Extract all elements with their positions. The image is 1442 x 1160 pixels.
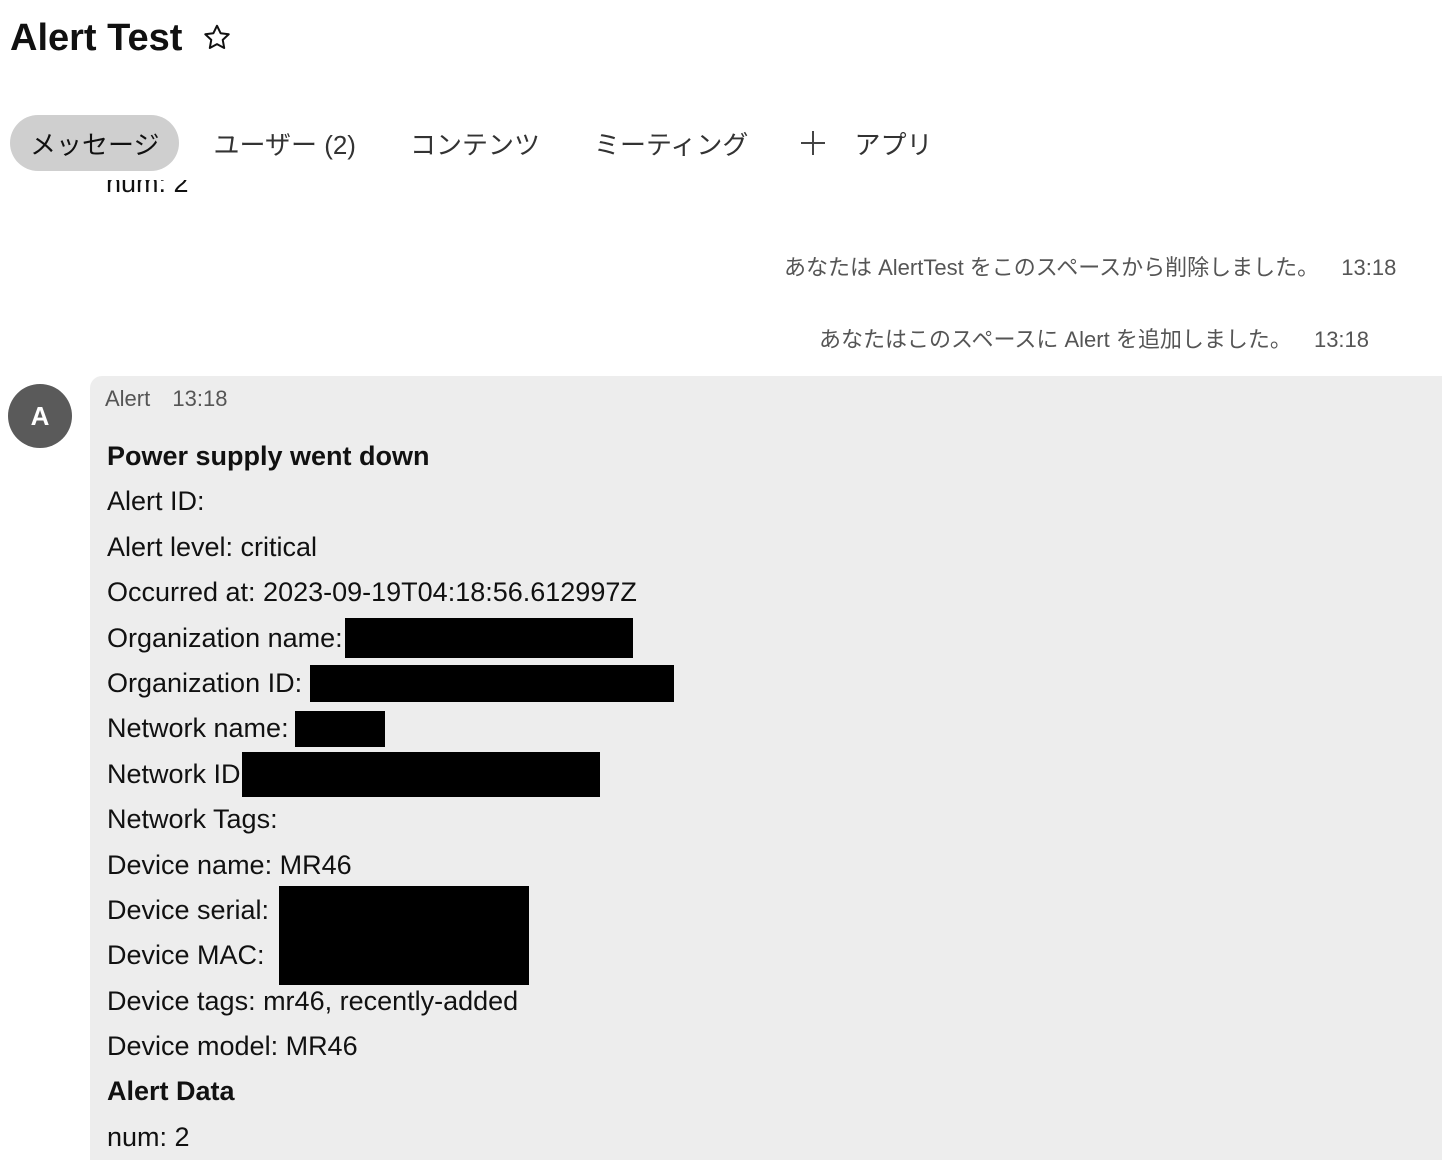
org-name-label: Organization name:	[107, 622, 343, 653]
sender-name: Alert	[105, 386, 151, 411]
space-header: Alert Test	[10, 8, 234, 68]
message-body: Power supply went down Alert ID: Alert l…	[107, 434, 675, 1160]
system-message: あなたは AlertTest をこのスペースから削除しました。 13:18	[784, 250, 1396, 282]
tab-apps[interactable]: アプリ	[782, 115, 932, 171]
redaction-block	[310, 665, 675, 703]
tab-users[interactable]: ユーザー (2)	[193, 115, 375, 171]
org-name-line: Organization name:	[107, 616, 674, 661]
space-view: Alert Test メッセージ ユーザー (2) コンテンツ ミーティング ア…	[0, 0, 1442, 1160]
alert-data-line: num: 2	[107, 1121, 190, 1152]
network-tags-line: Network Tags:	[107, 804, 278, 835]
tab-meetings[interactable]: ミーティング	[574, 115, 768, 171]
star-icon[interactable]	[200, 21, 234, 55]
previous-message-tail: num: 2	[106, 180, 189, 198]
space-tabs: メッセージ ユーザー (2) コンテンツ ミーティング アプリ	[10, 115, 932, 171]
alert-data-heading: Alert Data	[107, 1076, 235, 1107]
redaction-block	[294, 711, 385, 748]
alert-heading: Power supply went down	[107, 441, 430, 471]
device-tags-line: Device tags: mr46, recently-added	[107, 985, 519, 1016]
system-message-time: 13:18	[1313, 327, 1370, 352]
org-id-line: Organization ID:	[107, 661, 675, 706]
redaction-block	[344, 618, 633, 659]
plus-icon	[801, 131, 826, 155]
message-list[interactable]: num: 2 あなたは AlertTest をこのスペースから削除しました。 1…	[0, 180, 1442, 1160]
avatar[interactable]: A	[8, 384, 72, 448]
network-name-line: Network name:	[107, 706, 674, 751]
device-serial-line: Device serial:	[107, 885, 674, 985]
alert-message: Alert 13:18 Power supply went down Alert…	[90, 376, 1442, 1160]
occurred-at-line: Occurred at: 2023-09-19T04:18:56.612997Z	[107, 577, 637, 608]
system-message-text: あなたは AlertTest をこのスペースから削除しました。	[784, 255, 1320, 280]
tab-content[interactable]: コンテンツ	[390, 115, 560, 171]
network-id-label: Network ID	[107, 758, 241, 789]
device-model-line: Device model: MR46	[107, 1031, 358, 1062]
space-title: Alert Test	[10, 16, 183, 59]
alert-id-line: Alert ID:	[107, 486, 205, 517]
redaction-block	[241, 751, 600, 797]
system-message-time: 13:18	[1341, 255, 1397, 280]
org-id-label: Organization ID:	[107, 667, 303, 698]
device-serial-label: Device serial:	[107, 894, 270, 925]
network-id-line: Network ID	[107, 751, 674, 797]
message-meta: Alert 13:18	[105, 386, 227, 412]
system-message-text: あなたはこのスペースに Alert を追加しました。	[819, 327, 1292, 352]
tab-apps-label: アプリ	[854, 129, 933, 160]
device-name-line: Device name: MR46	[107, 849, 352, 880]
system-message: あなたはこのスペースに Alert を追加しました。 13:18	[819, 322, 1369, 354]
network-name-label: Network name:	[107, 713, 289, 744]
message-time: 13:18	[172, 386, 228, 411]
redaction-block	[279, 885, 529, 985]
alert-level-line: Alert level: critical	[107, 531, 318, 562]
tab-messages[interactable]: メッセージ	[10, 115, 180, 171]
